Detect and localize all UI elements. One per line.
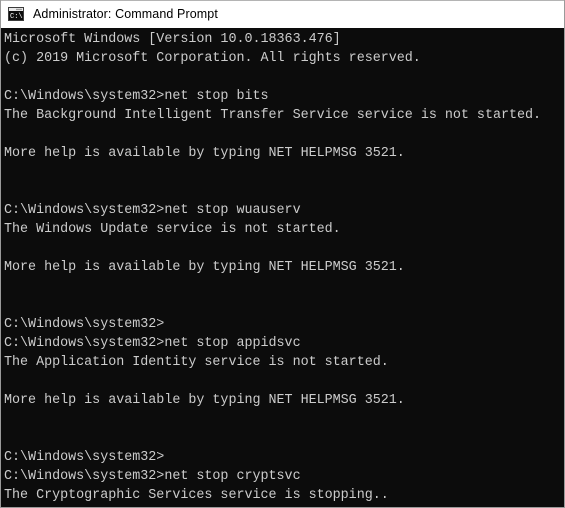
- console-line: The Background Intelligent Transfer Serv…: [4, 108, 542, 123]
- console-line-command: C:\Windows\system32>net stop wuauserv: [4, 203, 301, 218]
- console-line-command: C:\Windows\system32>net stop appidsvc: [4, 336, 301, 351]
- console-line-prompt: C:\Windows\system32>: [4, 317, 165, 332]
- title-bar[interactable]: C:\ Administrator: Command Prompt: [1, 0, 564, 28]
- console-output-area[interactable]: Microsoft Windows [Version 10.0.18363.47…: [1, 29, 564, 507]
- window-title: Administrator: Command Prompt: [33, 7, 218, 21]
- console-line-prompt: C:\Windows\system32>: [4, 450, 165, 465]
- console-line: More help is available by typing NET HEL…: [4, 393, 405, 408]
- console-line: The Cryptographic Services service is st…: [4, 488, 389, 503]
- console-line: More help is available by typing NET HEL…: [4, 260, 405, 275]
- console-line: The Cryptographic Services service was s…: [4, 505, 564, 507]
- console-line: Microsoft Windows [Version 10.0.18363.47…: [4, 32, 341, 47]
- console-line: (c) 2019 Microsoft Corporation. All righ…: [4, 51, 421, 66]
- command-prompt-window[interactable]: C:\ Administrator: Command Prompt Micros…: [0, 0, 565, 508]
- console-line: More help is available by typing NET HEL…: [4, 146, 405, 161]
- console-window-icon: C:\: [8, 6, 24, 22]
- console-line: The Application Identity service is not …: [4, 355, 389, 370]
- svg-text:C:\: C:\: [10, 13, 23, 21]
- console-line-command: C:\Windows\system32>net stop bits: [4, 89, 269, 104]
- console-line: The Windows Update service is not starte…: [4, 222, 341, 237]
- console-line-command: C:\Windows\system32>net stop cryptsvc: [4, 469, 301, 484]
